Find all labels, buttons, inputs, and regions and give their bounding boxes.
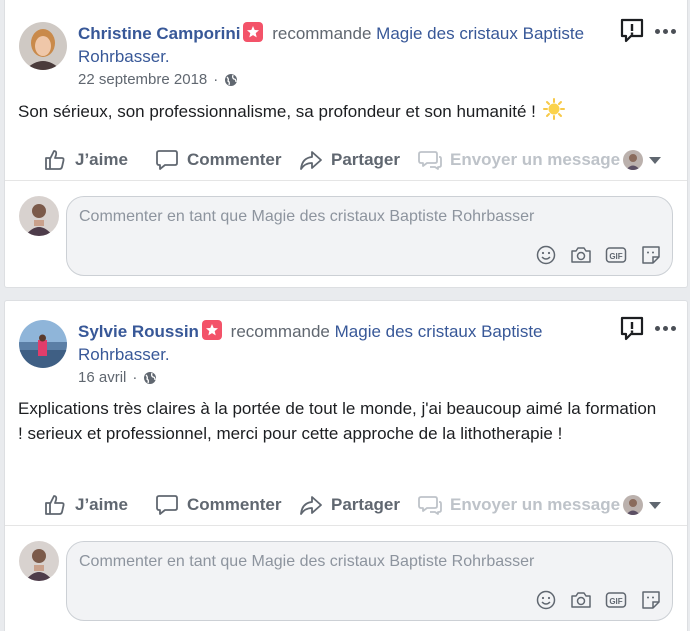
recommendation-badge-icon xyxy=(243,22,264,42)
globe-icon[interactable] xyxy=(224,73,238,87)
caret-down-icon xyxy=(649,501,661,509)
commenter-avatar xyxy=(19,196,59,236)
send-message-label: Envoyer un message xyxy=(450,150,621,169)
page-link[interactable]: Magie des cristaux Baptiste xyxy=(335,322,543,341)
review-post: Christine Camporini recommande Magie des… xyxy=(4,0,688,288)
send-message-button[interactable]: Envoyer un message xyxy=(418,485,620,525)
like-button[interactable]: J’aime xyxy=(43,485,128,525)
review-post: Sylvie Roussin recommande Magie des cris… xyxy=(4,300,688,631)
send-message-label: Envoyer un message xyxy=(450,495,621,514)
messenger-icon xyxy=(418,151,442,170)
messenger-icon xyxy=(418,496,442,515)
share-label: Partager xyxy=(331,495,400,514)
comment-button[interactable]: Commenter xyxy=(155,485,281,525)
share-icon xyxy=(300,151,322,170)
page-link[interactable]: Magie des cristaux Baptiste xyxy=(376,24,584,43)
like-label: J’aime xyxy=(75,150,128,169)
page-link-continued[interactable]: Rohrbasser. xyxy=(78,345,170,364)
svg-text:GIF: GIF xyxy=(609,252,622,261)
recommendation-badge-icon xyxy=(201,320,222,340)
comment-icon xyxy=(156,150,178,170)
send-message-button[interactable]: Envoyer un message xyxy=(418,140,620,180)
caret-down-icon xyxy=(649,156,661,164)
comment-composer[interactable]: Commenter en tant que Magie des cristaux… xyxy=(66,541,673,621)
author-name[interactable]: Sylvie Roussin xyxy=(78,322,199,341)
post-text: Explications très claires à la portée de… xyxy=(18,399,657,443)
author-name[interactable]: Christine Camporini xyxy=(78,24,240,43)
post-meta: 22 septembre 2018 · xyxy=(78,71,238,88)
sticker-icon[interactable] xyxy=(640,589,662,611)
comment-button[interactable]: Commenter xyxy=(155,140,281,180)
commenter-avatar xyxy=(19,541,59,581)
sticker-icon[interactable] xyxy=(640,244,662,266)
author-avatar[interactable] xyxy=(19,320,67,368)
composer-tools: GIF xyxy=(535,244,662,266)
post-as-selector[interactable] xyxy=(623,495,661,515)
author-avatar[interactable] xyxy=(19,22,67,70)
like-button[interactable]: J’aime xyxy=(43,140,128,180)
emoji-icon[interactable] xyxy=(535,589,557,611)
gif-icon[interactable]: GIF xyxy=(605,244,627,266)
share-label: Partager xyxy=(331,150,400,169)
post-actions: J’aime Commenter Partager Envoyer un mes… xyxy=(5,140,687,181)
gif-icon[interactable]: GIF xyxy=(605,589,627,611)
camera-icon[interactable] xyxy=(570,244,592,266)
emoji-icon[interactable] xyxy=(535,244,557,266)
camera-icon[interactable] xyxy=(570,589,592,611)
sun-icon xyxy=(542,98,565,127)
post-date[interactable]: 16 avril xyxy=(78,369,126,386)
like-label: J’aime xyxy=(75,495,128,514)
post-header: Christine Camporini recommande Magie des… xyxy=(78,22,601,68)
post-as-selector[interactable] xyxy=(623,150,661,170)
report-icon[interactable] xyxy=(619,17,645,43)
comment-composer[interactable]: Commenter en tant que Magie des cristaux… xyxy=(66,196,673,276)
page-link-continued[interactable]: Rohrbasser. xyxy=(78,47,170,66)
comment-input[interactable]: Commenter en tant que Magie des cristaux… xyxy=(79,207,660,227)
report-icon[interactable] xyxy=(619,315,645,341)
comment-label: Commenter xyxy=(187,150,282,169)
svg-text:GIF: GIF xyxy=(609,597,622,606)
post-date[interactable]: 22 septembre 2018 xyxy=(78,71,207,88)
post-actions: J’aime Commenter Partager Envoyer un mes… xyxy=(5,485,687,526)
post-header: Sylvie Roussin recommande Magie des cris… xyxy=(78,320,601,366)
recommends-text: recommande xyxy=(230,322,330,341)
share-icon xyxy=(300,496,322,515)
more-options-icon[interactable] xyxy=(653,26,677,36)
composer-tools: GIF xyxy=(535,589,662,611)
recommends-text: recommande xyxy=(272,24,372,43)
share-button[interactable]: Partager xyxy=(299,485,400,525)
page-avatar xyxy=(623,495,643,515)
globe-icon[interactable] xyxy=(143,371,157,385)
thumbs-up-icon xyxy=(45,150,65,170)
post-body: Explications très claires à la portée de… xyxy=(18,396,657,446)
share-button[interactable]: Partager xyxy=(299,140,400,180)
post-text: Son sérieux, son professionnalisme, sa p… xyxy=(18,102,536,121)
post-meta: 16 avril · xyxy=(78,369,157,386)
thumbs-up-icon xyxy=(45,495,65,515)
page-avatar xyxy=(623,150,643,170)
comment-icon xyxy=(156,495,178,515)
comment-input[interactable]: Commenter en tant que Magie des cristaux… xyxy=(79,552,660,572)
post-body: Son sérieux, son professionnalisme, sa p… xyxy=(18,98,657,127)
comment-label: Commenter xyxy=(187,495,282,514)
more-options-icon[interactable] xyxy=(653,323,677,333)
